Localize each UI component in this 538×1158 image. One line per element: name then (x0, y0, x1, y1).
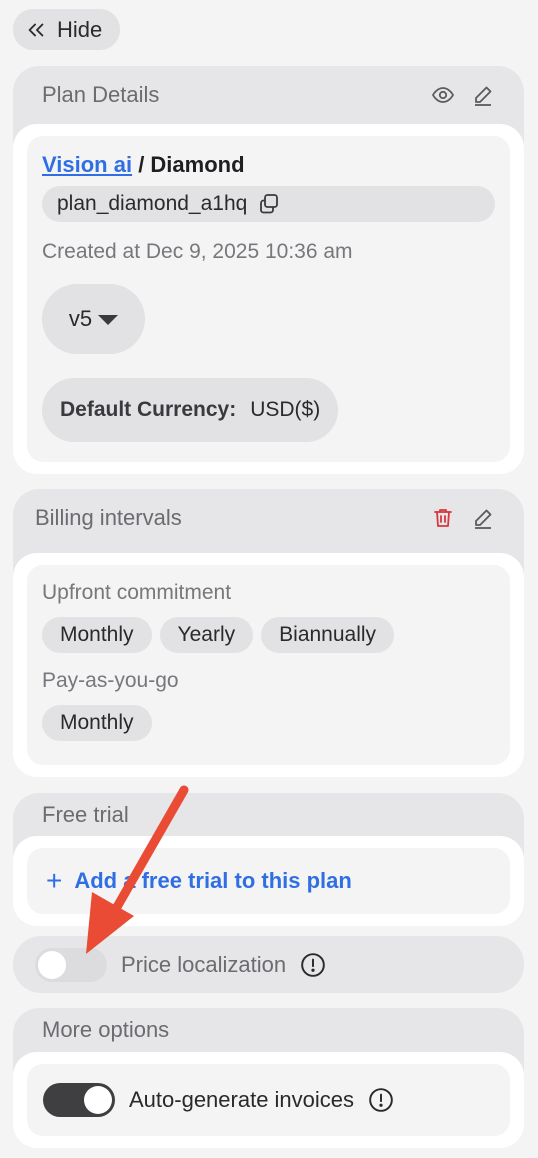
more-options-body: Auto-generate invoices (13, 1052, 524, 1148)
auto-invoices-label: Auto-generate invoices (129, 1087, 355, 1112)
free-trial-header: Free trial (13, 793, 524, 836)
add-free-trial-button[interactable]: + Add a free trial to this plan (42, 848, 495, 914)
payg-chips: Monthly (42, 705, 495, 741)
caret-down-icon (98, 315, 119, 325)
hide-button[interactable]: Hide (13, 9, 120, 50)
free-trial-card: Free trial + Add a free trial to this pl… (13, 793, 524, 926)
toggle-knob (84, 1086, 112, 1114)
plan-details-body: Vision ai / Diamond plan_diamond_a1hq Cr… (13, 124, 524, 474)
plan-details-card: Plan Details Vision ai / Diamond plan_di… (13, 66, 524, 474)
version-value: v5 (68, 306, 93, 331)
info-icon[interactable] (300, 952, 326, 978)
interval-chip-yearly: Yearly (159, 617, 254, 653)
pencil-icon[interactable] (471, 83, 495, 107)
pencil-icon[interactable] (471, 506, 495, 530)
default-currency-badge: Default Currency: USD($) (42, 378, 339, 442)
billing-intervals-title: Billing intervals (35, 505, 182, 530)
auto-invoices-toggle[interactable] (43, 1083, 115, 1117)
plan-name: Diamond (150, 152, 245, 177)
interval-chip-monthly: Monthly (42, 705, 152, 741)
interval-chip-biannually: Biannually (261, 617, 395, 653)
price-localization-row: Price localization (13, 936, 524, 993)
upfront-chips: Monthly Yearly Biannually (42, 617, 495, 653)
breadcrumb-separator: / (132, 152, 151, 177)
copy-icon[interactable] (257, 192, 281, 216)
free-trial-body: + Add a free trial to this plan (13, 836, 524, 926)
trash-icon[interactable] (431, 506, 455, 530)
info-icon[interactable] (368, 1087, 394, 1113)
price-localization-toggle[interactable] (35, 947, 107, 982)
plan-id-badge: plan_diamond_a1hq (42, 186, 495, 222)
billing-intervals-header: Billing intervals (13, 489, 524, 547)
price-localization-label: Price localization (121, 951, 287, 977)
upfront-commitment-label: Upfront commitment (42, 581, 232, 604)
add-free-trial-label: Add a free trial to this plan (74, 868, 352, 893)
version-dropdown[interactable]: v5 (42, 284, 145, 354)
currency-label: Default Currency: (60, 398, 237, 421)
hide-label: Hide (57, 16, 103, 42)
plus-icon: + (46, 865, 63, 896)
more-options-title: More options (42, 1017, 170, 1042)
plan-details-title: Plan Details (42, 82, 160, 107)
billing-intervals-card: Billing intervals Upfront commitment Mon… (13, 489, 524, 777)
plan-id-text: plan_diamond_a1hq (57, 192, 248, 215)
free-trial-title: Free trial (42, 801, 129, 827)
plan-details-header: Plan Details (13, 66, 524, 124)
more-options-card: More options Auto-generate invoices (13, 1008, 524, 1148)
interval-chip-monthly: Monthly (42, 617, 152, 653)
more-options-header: More options (13, 1008, 524, 1052)
auto-invoices-row: Auto-generate invoices (42, 1064, 495, 1136)
product-link[interactable]: Vision ai (42, 152, 132, 177)
double-chevron-left-icon (28, 23, 44, 36)
billing-intervals-body: Upfront commitment Monthly Yearly Biannu… (13, 553, 524, 777)
pay-as-you-go-label: Pay-as-you-go (42, 669, 179, 692)
toggle-knob (38, 950, 66, 979)
currency-value: USD($) (250, 398, 321, 421)
created-timestamp: Created at Dec 9, 2025 10:36 am (42, 240, 353, 263)
eye-icon[interactable] (431, 83, 455, 107)
plan-breadcrumb: Vision ai / Diamond (42, 152, 495, 178)
